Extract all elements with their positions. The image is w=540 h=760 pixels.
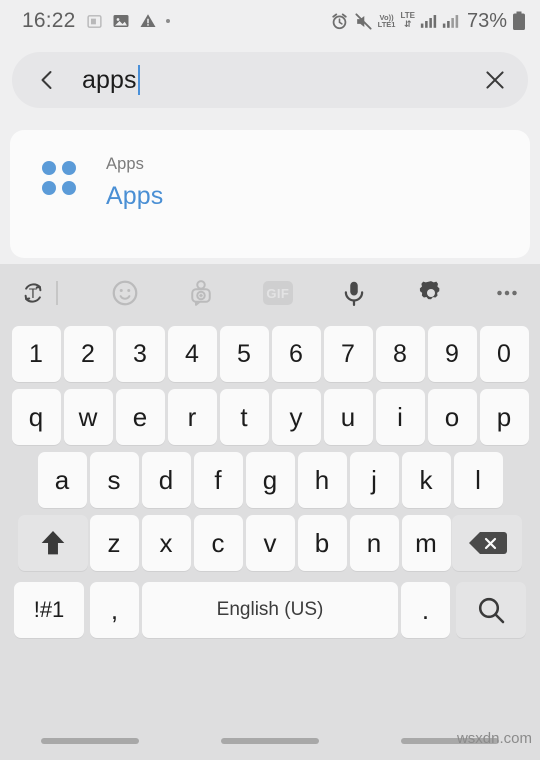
- key-k[interactable]: k: [401, 452, 451, 508]
- gif-label: GIF: [262, 281, 293, 305]
- battery-icon: [512, 11, 526, 31]
- result-category-label: Apps: [106, 155, 145, 173]
- period-key[interactable]: .: [401, 582, 450, 638]
- back-chevron-icon[interactable]: [34, 67, 60, 93]
- keyboard-row-numbers: 1 2 3 4 5 6 7 8 9 0: [0, 322, 540, 382]
- key-n[interactable]: n: [349, 515, 399, 571]
- status-right-icons: Vo)) LTE1 LTE ⇵ 73%: [330, 10, 526, 33]
- key-i[interactable]: i: [375, 389, 425, 445]
- search-input-value: apps: [82, 65, 137, 94]
- backspace-key[interactable]: [452, 515, 522, 571]
- text-caret: [137, 65, 141, 95]
- screenshot-icon: [86, 13, 103, 30]
- battery-percent-label: 73%: [466, 9, 507, 32]
- key-t[interactable]: t: [219, 389, 269, 445]
- key-2[interactable]: 2: [63, 326, 113, 382]
- key-l[interactable]: l: [453, 452, 503, 508]
- keyboard-row-function: !#1 , English (US) .: [0, 578, 540, 638]
- key-p[interactable]: p: [479, 389, 529, 445]
- key-e[interactable]: e: [115, 389, 165, 445]
- key-x[interactable]: x: [141, 515, 191, 571]
- key-3[interactable]: 3: [115, 326, 165, 382]
- key-u[interactable]: u: [323, 389, 373, 445]
- key-7[interactable]: 7: [323, 326, 373, 382]
- key-d[interactable]: d: [141, 452, 191, 508]
- image-icon: [112, 12, 130, 30]
- phone-screen: 16:22 Vo)) LTE1 LTE ⇵ 73% apps Apps Apps…: [0, 0, 540, 760]
- shift-arrow-icon: [41, 530, 65, 555]
- warning-icon: [139, 12, 157, 30]
- key-8[interactable]: 8: [375, 326, 425, 382]
- key-c[interactable]: c: [193, 515, 243, 571]
- mute-icon: [354, 12, 373, 31]
- key-o[interactable]: o: [427, 389, 477, 445]
- keyboard-row-bottom: z x c v b n m: [0, 515, 540, 571]
- search-input[interactable]: apps: [82, 52, 472, 108]
- key-6[interactable]: 6: [271, 326, 321, 382]
- keyboard: T GIF 1 2 3 4 5 6 7 8 9 0 q w e r t y u …: [0, 264, 540, 690]
- close-icon[interactable]: [480, 65, 510, 95]
- key-h[interactable]: h: [297, 452, 347, 508]
- key-w[interactable]: w: [63, 389, 113, 445]
- emoji-icon[interactable]: [110, 278, 140, 308]
- key-9[interactable]: 9: [427, 326, 477, 382]
- key-g[interactable]: g: [245, 452, 295, 508]
- keyboard-row-home: a s d f g h j k l: [0, 452, 540, 508]
- keyboard-rows: 1 2 3 4 5 6 7 8 9 0 q w e r t y u i o p …: [0, 322, 540, 638]
- volte-icon: Vo)) LTE1: [377, 12, 396, 29]
- key-y[interactable]: y: [271, 389, 321, 445]
- search-result-card[interactable]: Apps Apps: [10, 130, 530, 258]
- search-bar[interactable]: apps: [12, 52, 528, 108]
- result-title-label[interactable]: Apps: [106, 182, 163, 211]
- key-m[interactable]: m: [401, 515, 451, 571]
- signal-sim1-icon: [420, 13, 437, 29]
- key-z[interactable]: z: [89, 515, 139, 571]
- key-4[interactable]: 4: [167, 326, 217, 382]
- space-key[interactable]: English (US): [142, 582, 398, 638]
- key-a[interactable]: a: [37, 452, 87, 508]
- alarm-icon: [330, 12, 349, 31]
- search-result-texts: Apps Apps: [106, 154, 163, 211]
- more-options-icon[interactable]: [492, 278, 522, 308]
- settings-gear-icon[interactable]: [416, 278, 446, 308]
- search-key[interactable]: [456, 582, 526, 638]
- recents-button[interactable]: [41, 738, 139, 744]
- toolbar-divider: [56, 281, 58, 305]
- key-0[interactable]: 0: [479, 326, 529, 382]
- home-button[interactable]: [221, 738, 319, 744]
- gif-icon[interactable]: GIF: [262, 281, 293, 305]
- comma-key[interactable]: ,: [90, 582, 139, 638]
- key-r[interactable]: r: [167, 389, 217, 445]
- key-q[interactable]: q: [11, 389, 61, 445]
- sticker-icon[interactable]: [186, 278, 216, 308]
- shift-key[interactable]: [18, 515, 88, 571]
- symbols-key[interactable]: !#1: [14, 582, 84, 638]
- status-clock: 16:22: [22, 9, 76, 32]
- navigation-bar: wsxdn.com: [0, 690, 540, 760]
- translate-icon[interactable]: T: [18, 278, 48, 308]
- key-f[interactable]: f: [193, 452, 243, 508]
- watermark-label: wsxdn.com: [456, 730, 532, 747]
- status-left-icons: [86, 12, 170, 30]
- keyboard-row-top: q w e r t y u i o p: [0, 389, 540, 445]
- key-j[interactable]: j: [349, 452, 399, 508]
- signal-sim2-icon: [442, 13, 459, 29]
- key-s[interactable]: s: [89, 452, 139, 508]
- backspace-icon: [469, 532, 507, 554]
- microphone-icon[interactable]: [339, 278, 369, 308]
- apps-grid-icon: [42, 161, 76, 195]
- keyboard-toolbar: T GIF: [0, 264, 540, 322]
- search-result-row[interactable]: Apps Apps: [10, 130, 530, 211]
- dot-icon: [165, 19, 170, 23]
- key-5[interactable]: 5: [219, 326, 269, 382]
- key-1[interactable]: 1: [11, 326, 61, 382]
- status-bar: 16:22 Vo)) LTE1 LTE ⇵ 73%: [0, 0, 540, 42]
- lte-data-icon: LTE ⇵: [400, 11, 415, 30]
- key-b[interactable]: b: [297, 515, 347, 571]
- search-icon: [478, 597, 505, 624]
- key-v[interactable]: v: [245, 515, 295, 571]
